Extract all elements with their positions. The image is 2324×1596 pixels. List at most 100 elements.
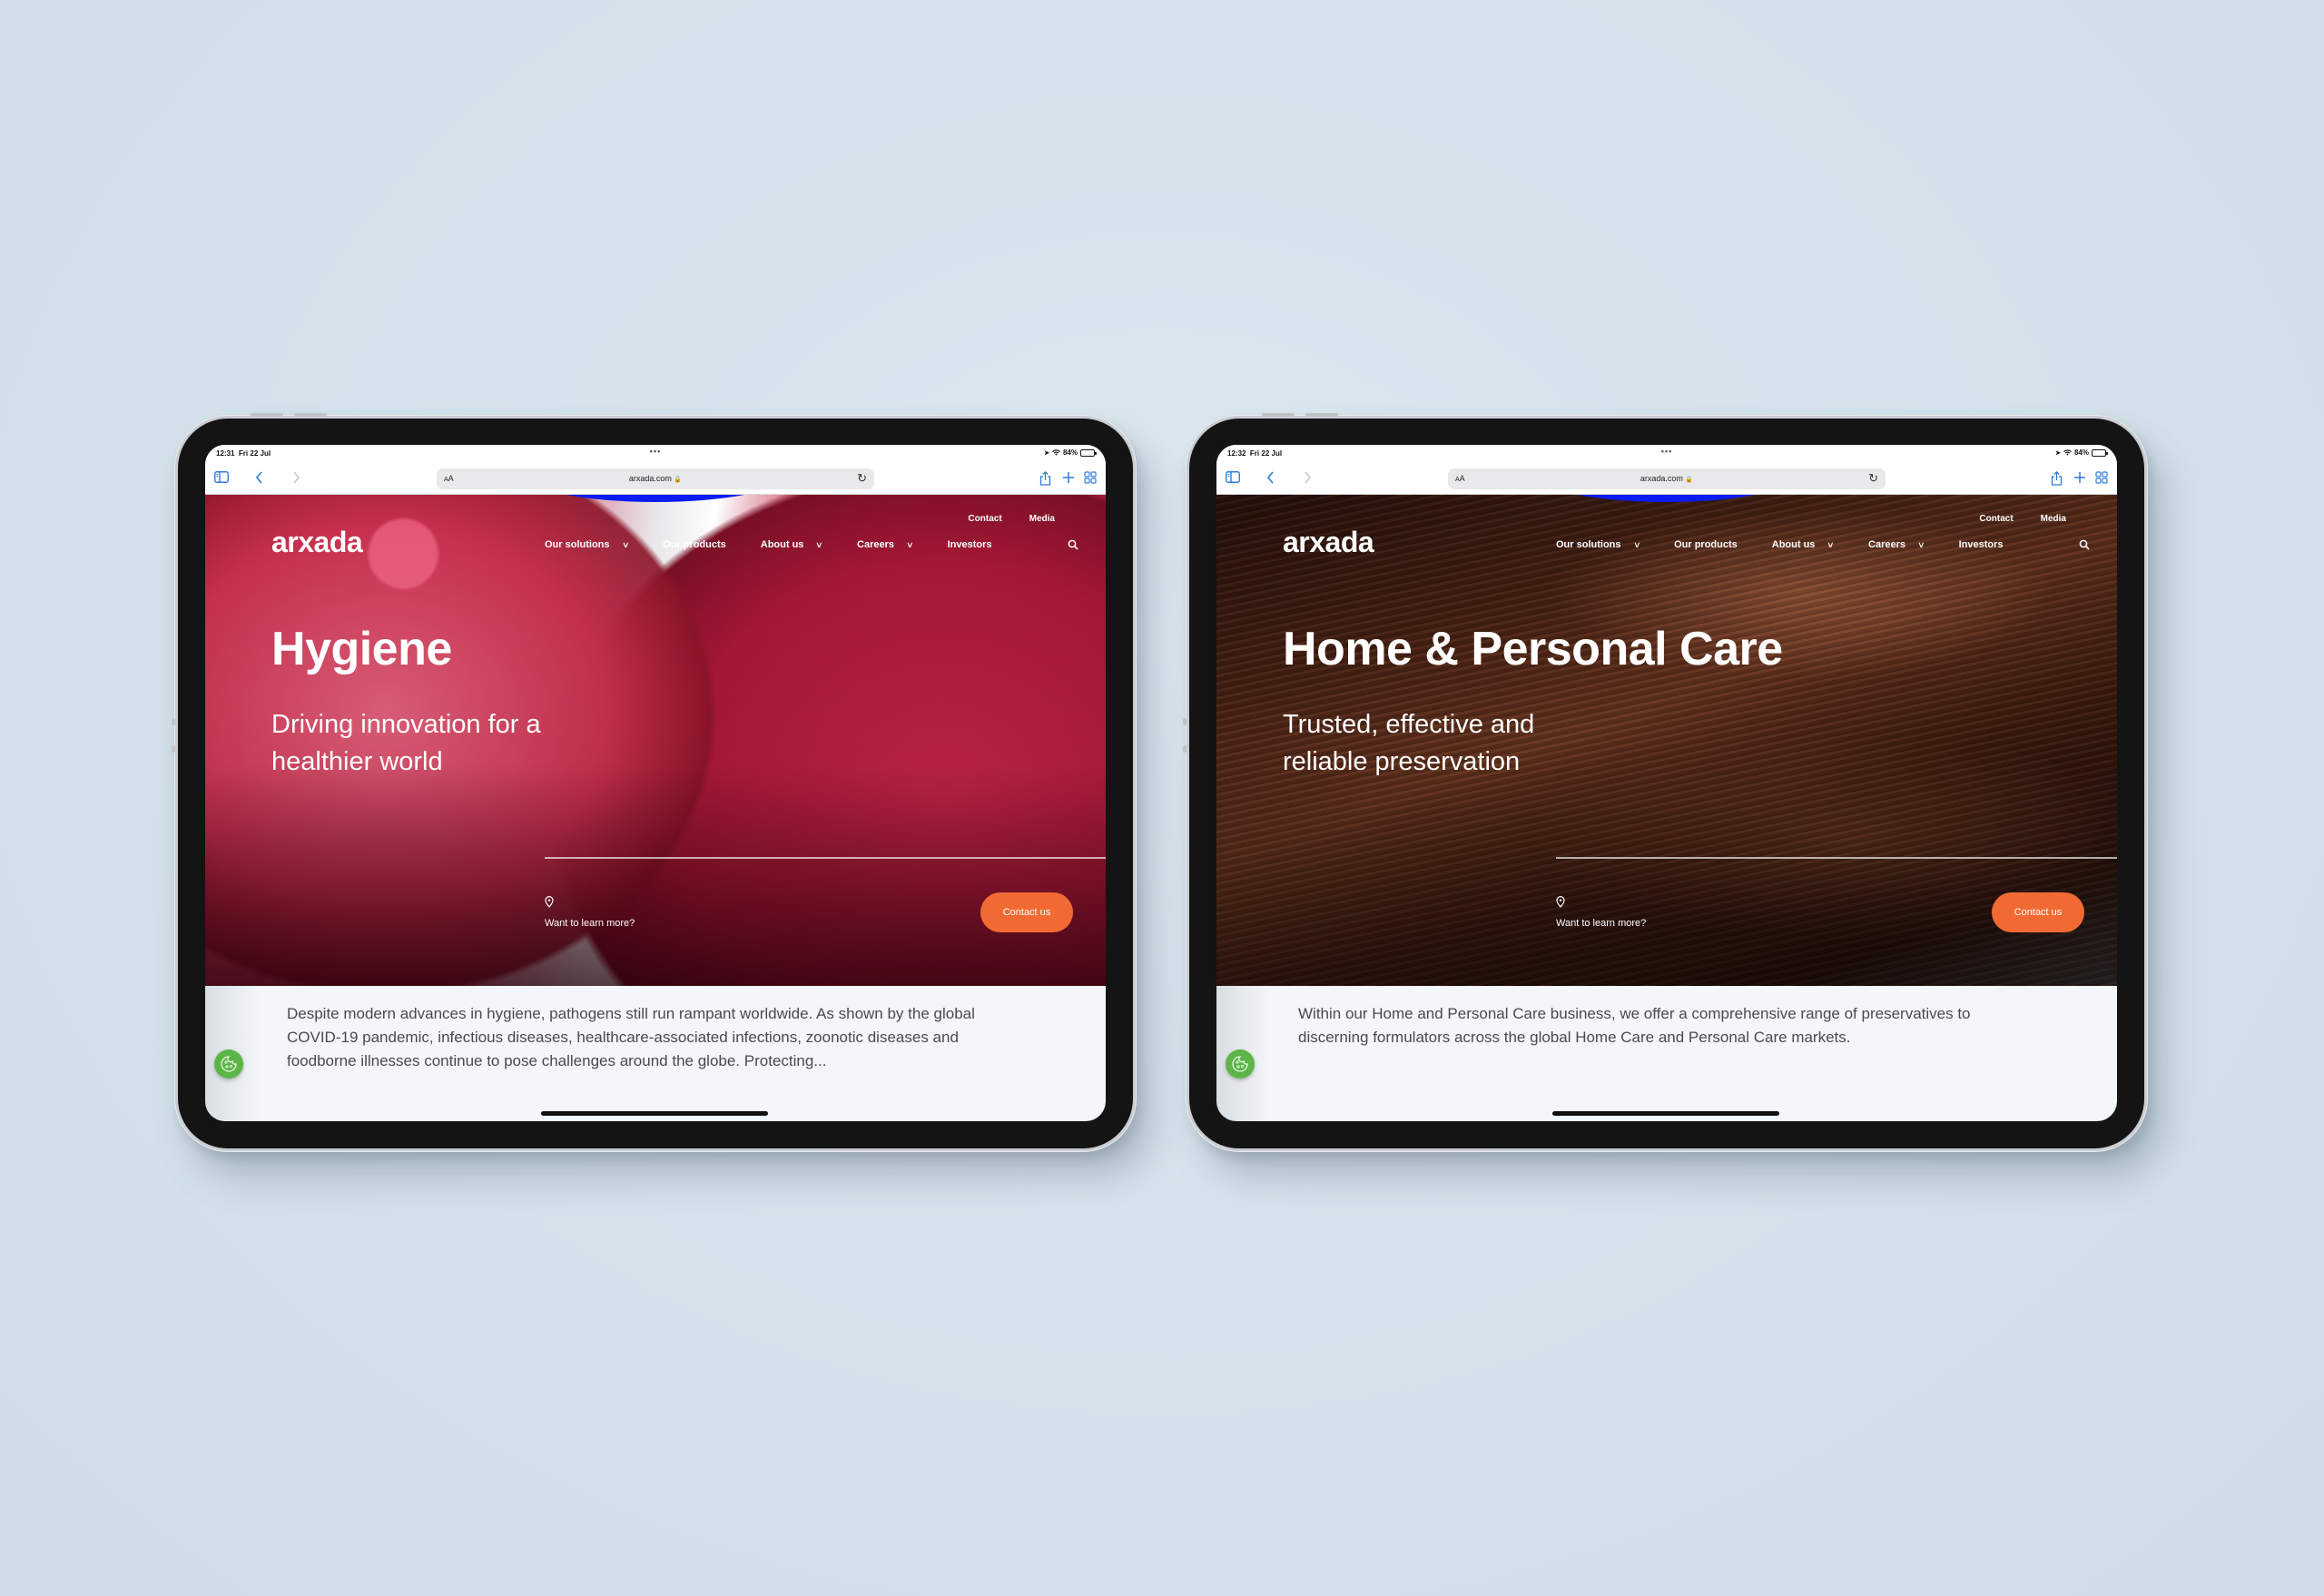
battery-icon [2092, 448, 2108, 457]
nav-item-label: Our products [663, 539, 726, 550]
url-display[interactable]: arxada.com 🔒 [1640, 474, 1693, 483]
tabs-overview-icon[interactable] [1084, 471, 1097, 488]
safari-toolbar: AA arxada.com 🔒 ↻ [205, 463, 1106, 495]
status-bar: 12:31 Fri 22 Jul ••• ➤ 84% [205, 445, 1106, 463]
back-icon[interactable] [255, 471, 263, 488]
volume-button [294, 413, 327, 417]
text-size-button[interactable]: AA [1455, 474, 1465, 483]
chevron-down-icon[interactable]: ∨ [1827, 540, 1835, 550]
nav-contact-link[interactable]: Contact [1979, 514, 2013, 524]
volume-button [1305, 413, 1338, 417]
reload-icon[interactable]: ↻ [1868, 471, 1878, 486]
chevron-down-icon[interactable]: ∨ [622, 540, 630, 550]
nav-item-careers[interactable]: Careers ∨ [857, 539, 914, 550]
chevron-down-icon[interactable]: ∨ [815, 540, 823, 550]
nav-item-label: Investors [1958, 539, 2004, 550]
forward-icon[interactable] [1304, 471, 1312, 488]
contact-us-button[interactable]: Contact us [980, 892, 1073, 932]
multitask-dots[interactable]: ••• [650, 447, 661, 456]
multitask-dots[interactable]: ••• [1661, 447, 1672, 456]
sidebar-icon[interactable] [1226, 471, 1240, 487]
nav-media-link[interactable]: Media [1029, 514, 1055, 524]
chevron-down-icon[interactable]: ∨ [906, 540, 914, 550]
lock-icon: 🔒 [1685, 477, 1694, 483]
nav-media-link[interactable]: Media [2041, 514, 2066, 524]
nav-item-about-us[interactable]: About us ∨ [1771, 539, 1835, 550]
hero-title: Hygiene [271, 623, 452, 675]
chevron-down-icon[interactable]: ∨ [1633, 540, 1641, 550]
back-icon[interactable] [1266, 471, 1275, 488]
nav-item-label: Careers [1868, 539, 1906, 550]
nav-item-our-solutions[interactable]: Our solutions ∨ [1556, 539, 1640, 550]
nav-item-investors[interactable]: Investors [948, 539, 992, 550]
ipad-device-2: 12:32 Fri 22 Jul ••• ➤ 84% AA arxada.com… [1183, 413, 2147, 1151]
intro-paragraph: Within our Home and Personal Care busine… [1298, 1005, 1971, 1046]
text-size-button[interactable]: AA [444, 474, 454, 483]
chevron-down-icon[interactable]: ∨ [1917, 540, 1925, 550]
nav-item-label: About us [760, 539, 804, 550]
nav-item-label: Investors [947, 539, 992, 550]
hero-subtitle: Trusted, effective and reliable preserva… [1283, 710, 1535, 776]
side-button [172, 745, 175, 753]
nav-item-label: About us [1771, 539, 1816, 550]
forward-icon[interactable] [292, 471, 300, 488]
ipad-screen: 12:32 Fri 22 Jul ••• ➤ 84% AA arxada.com… [1216, 445, 2117, 1121]
share-icon[interactable] [1039, 470, 1051, 489]
volume-button [1262, 413, 1295, 417]
nav-item-our-products[interactable]: Our products [663, 539, 726, 550]
nav-contact-link[interactable]: Contact [968, 514, 1001, 524]
ipad-device-1: 12:31 Fri 22 Jul ••• ➤ 84% AA arxada.com… [172, 413, 1136, 1151]
tabs-overview-icon[interactable] [2095, 471, 2108, 488]
cookie-settings-button[interactable] [214, 1049, 243, 1079]
nav-item-investors[interactable]: Investors [1959, 539, 2004, 550]
intro-paragraph: Despite modern advances in hygiene, path… [287, 1005, 975, 1069]
search-icon[interactable] [2079, 539, 2090, 553]
nav-item-about-us[interactable]: About us ∨ [760, 539, 823, 550]
arxada-logo[interactable]: arxada [271, 526, 363, 559]
nav-item-label: Our products [1674, 539, 1738, 550]
nav-item-our-solutions[interactable]: Our solutions ∨ [545, 539, 630, 550]
home-indicator[interactable] [541, 1111, 768, 1116]
cookie-settings-button[interactable] [1226, 1049, 1255, 1079]
url-display[interactable]: arxada.com 🔒 [629, 474, 682, 483]
main-nav: Our solutions ∨ Our products About us ∨ Caree… [1556, 539, 2038, 550]
nav-item-label: Our solutions [545, 539, 610, 550]
hero-title: Home & Personal Care [1283, 623, 1783, 675]
home-indicator[interactable] [1552, 1111, 1779, 1116]
learn-more-link[interactable]: Want to learn more? [1556, 918, 1646, 929]
ipad-screen: 12:31 Fri 22 Jul ••• ➤ 84% AA arxada.com… [205, 445, 1106, 1121]
hero-subtitle: Driving innovation for a healthier world [271, 710, 541, 776]
side-button [1183, 718, 1187, 725]
hero-divider [1556, 857, 2117, 859]
learn-more-link[interactable]: Want to learn more? [545, 918, 635, 929]
location-pin-icon [545, 896, 554, 912]
side-button [172, 718, 175, 725]
search-icon[interactable] [1068, 539, 1078, 553]
share-icon[interactable] [2051, 470, 2063, 489]
location-pin-icon [1556, 896, 1565, 912]
arxada-logo[interactable]: arxada [1283, 526, 1374, 559]
wifi-icon [2063, 449, 2072, 456]
nav-item-label: Our solutions [1556, 539, 1621, 550]
new-tab-icon[interactable] [2073, 471, 2086, 488]
reload-icon[interactable]: ↻ [857, 471, 867, 486]
utility-nav: Contact Media [1979, 514, 2066, 524]
cookie-icon [1232, 1056, 1248, 1072]
status-bar: 12:32 Fri 22 Jul ••• ➤ 84% [1216, 445, 2117, 463]
wifi-icon [1052, 449, 1060, 456]
address-bar[interactable]: AA arxada.com 🔒 ↻ [437, 468, 874, 489]
status-time: 12:32 Fri 22 Jul [1227, 449, 1283, 458]
battery-percent: 84% [1062, 448, 1078, 457]
contact-us-button[interactable]: Contact us [1992, 892, 2084, 932]
main-nav: Our solutions ∨ Our products About us ∨ Caree… [545, 539, 1027, 550]
battery-percent: 84% [2073, 448, 2089, 457]
status-indicators: ➤ 84% [2055, 448, 2108, 457]
nav-item-careers[interactable]: Careers ∨ [1868, 539, 1925, 550]
address-bar[interactable]: AA arxada.com 🔒 ↻ [1448, 468, 1886, 489]
new-tab-icon[interactable] [1062, 471, 1075, 488]
volume-button [251, 413, 283, 417]
sidebar-icon[interactable] [214, 471, 229, 487]
location-icon: ➤ [2055, 449, 2061, 457]
utility-nav: Contact Media [968, 514, 1055, 524]
nav-item-our-products[interactable]: Our products [1674, 539, 1738, 550]
